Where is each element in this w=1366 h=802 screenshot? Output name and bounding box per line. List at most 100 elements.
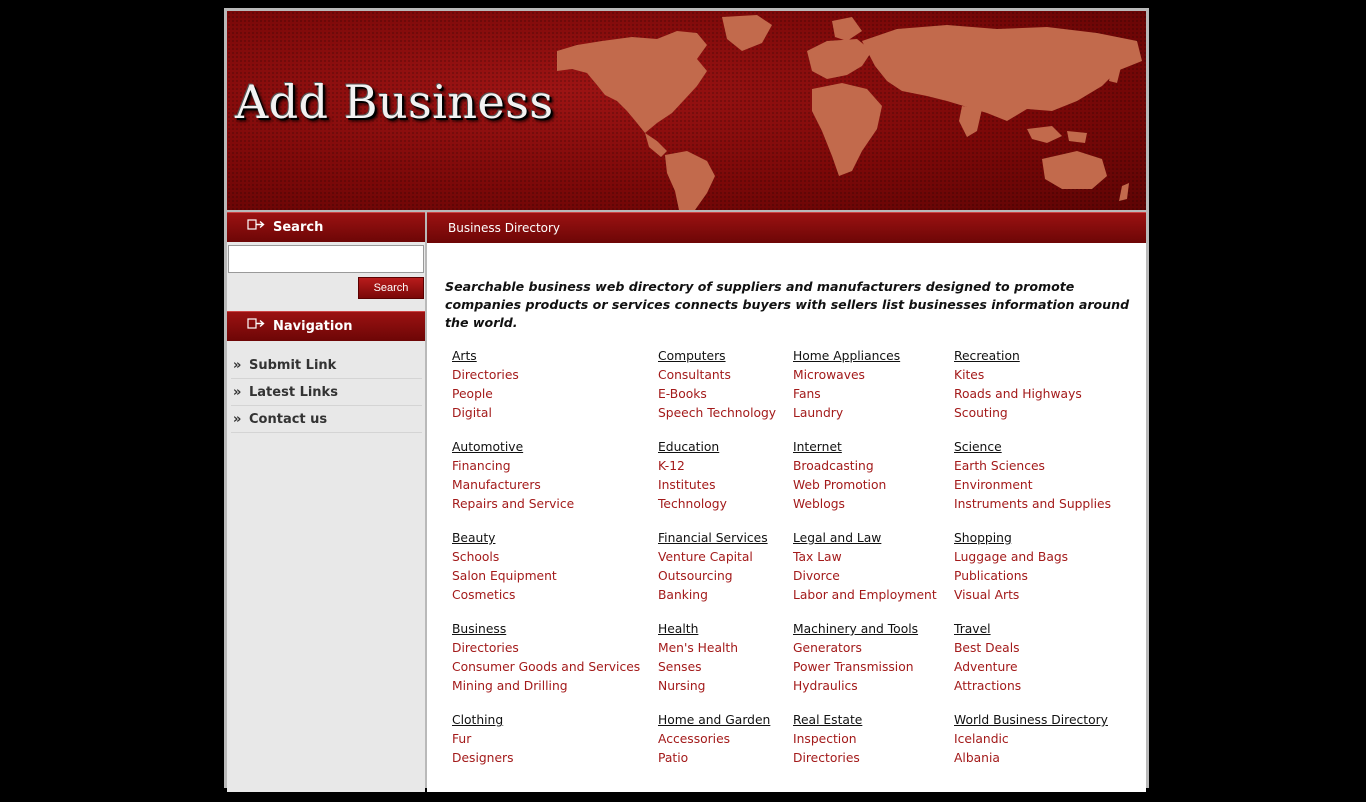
subcategory-link[interactable]: Luggage and Bags	[954, 548, 1111, 567]
subcategory-link[interactable]: Consumer Goods and Services	[452, 658, 640, 677]
subcategory-link[interactable]: Men's Health	[658, 639, 776, 658]
subcategory-link[interactable]: Digital	[452, 404, 640, 423]
subcategory-link[interactable]: Fur	[452, 730, 640, 749]
nav-link-contact-us[interactable]: Contact us	[249, 412, 327, 427]
navigation-list: » Submit Link » Latest Links » Contact u…	[227, 353, 425, 433]
subcategory-link[interactable]: Generators	[793, 639, 937, 658]
search-heading: Search	[273, 220, 324, 235]
category-link[interactable]: Arts	[452, 347, 640, 366]
subcategory-link[interactable]: K-12	[658, 457, 776, 476]
subcategory-link[interactable]: Banking	[658, 586, 776, 605]
subcategory-link[interactable]: Outsourcing	[658, 567, 776, 586]
category-link[interactable]: Shopping	[954, 529, 1111, 548]
subcategory-link[interactable]: Nursing	[658, 677, 776, 696]
subcategory-link[interactable]: Venture Capital	[658, 548, 776, 567]
subcategory-link[interactable]: Repairs and Service	[452, 495, 640, 514]
category-link[interactable]: Internet	[793, 438, 937, 457]
category-link[interactable]: Computers	[658, 347, 776, 366]
subcategory-link[interactable]: Senses	[658, 658, 776, 677]
subcategory-link[interactable]: Instruments and Supplies	[954, 495, 1111, 514]
subcategory-link[interactable]: Designers	[452, 749, 640, 768]
subcategory-link[interactable]: Best Deals	[954, 639, 1111, 658]
subcategory-link[interactable]: Tax Law	[793, 548, 937, 567]
category-link[interactable]: Automotive	[452, 438, 640, 457]
category-link[interactable]: Legal and Law	[793, 529, 937, 548]
subcategory-link[interactable]: Speech Technology	[658, 404, 776, 423]
subcategory-link[interactable]: Laundry	[793, 404, 937, 423]
subcategory-link[interactable]: Power Transmission	[793, 658, 937, 677]
subcategory-link[interactable]: Earth Sciences	[954, 457, 1111, 476]
subcategory-link[interactable]: Salon Equipment	[452, 567, 640, 586]
category-link[interactable]: Financial Services	[658, 529, 776, 548]
subcategory-link[interactable]: Accessories	[658, 730, 776, 749]
subcategory-link[interactable]: Labor and Employment	[793, 586, 937, 605]
double-chevron-icon: »	[233, 385, 242, 400]
subcategory-link[interactable]: E-Books	[658, 385, 776, 404]
category-column: Arts Directories People Digital Automoti…	[452, 347, 640, 802]
subcategory-link[interactable]: Publications	[954, 567, 1111, 586]
search-input[interactable]	[228, 245, 424, 273]
subcategory-link[interactable]: Technology	[658, 495, 776, 514]
category-link[interactable]: Travel	[954, 620, 1111, 639]
category-block: Arts Directories People Digital	[452, 347, 640, 438]
subcategory-link[interactable]: Visual Arts	[954, 586, 1111, 605]
category-block: Clothing Fur Designers	[452, 711, 640, 802]
category-link[interactable]: Beauty	[452, 529, 640, 548]
subcategory-link[interactable]: Schools	[452, 548, 640, 567]
category-link[interactable]: Science	[954, 438, 1111, 457]
subcategory-link[interactable]: Manufacturers	[452, 476, 640, 495]
subcategory-link[interactable]: Adventure	[954, 658, 1111, 677]
subcategory-link[interactable]: Fans	[793, 385, 937, 404]
main-heading: Business Directory	[448, 221, 561, 235]
subcategory-link[interactable]: Directories	[793, 749, 937, 768]
arrow-right-icon	[247, 317, 265, 329]
subcategory-link[interactable]: Financing	[452, 457, 640, 476]
subcategory-link[interactable]: Cosmetics	[452, 586, 640, 605]
category-link[interactable]: Clothing	[452, 711, 640, 730]
category-link[interactable]: Home and Garden	[658, 711, 776, 730]
nav-link-latest-links[interactable]: Latest Links	[249, 385, 338, 400]
navigation-heading-bar: Navigation	[227, 311, 425, 341]
subcategory-link[interactable]: People	[452, 385, 640, 404]
subcategory-link[interactable]: Consultants	[658, 366, 776, 385]
nav-link-submit-link[interactable]: Submit Link	[249, 358, 336, 373]
category-block: Machinery and Tools Generators Power Tra…	[793, 620, 937, 711]
arrow-right-icon	[247, 218, 265, 230]
subcategory-link[interactable]: Weblogs	[793, 495, 937, 514]
subcategory-link[interactable]: Directories	[452, 639, 640, 658]
subcategory-link[interactable]: Divorce	[793, 567, 937, 586]
subcategory-link[interactable]: Albania	[954, 749, 1111, 768]
category-link[interactable]: Recreation	[954, 347, 1111, 366]
subcategory-link[interactable]: Roads and Highways	[954, 385, 1111, 404]
site-header: Add Business	[227, 11, 1146, 210]
subcategory-link[interactable]: Attractions	[954, 677, 1111, 696]
double-chevron-icon: »	[233, 412, 242, 427]
category-link[interactable]: Machinery and Tools	[793, 620, 937, 639]
category-link[interactable]: Home Appliances	[793, 347, 937, 366]
navigation-heading: Navigation	[273, 319, 353, 334]
subcategory-link[interactable]: Institutes	[658, 476, 776, 495]
category-block: Home and Garden Accessories Patio	[658, 711, 776, 802]
category-block: Travel Best Deals Adventure Attractions	[954, 620, 1111, 711]
subcategory-link[interactable]: Scouting	[954, 404, 1111, 423]
category-link[interactable]: Education	[658, 438, 776, 457]
category-link[interactable]: Business	[452, 620, 640, 639]
subcategory-link[interactable]: Mining and Drilling	[452, 677, 640, 696]
category-block: Computers Consultants E-Books Speech Tec…	[658, 347, 776, 438]
subcategory-link[interactable]: Kites	[954, 366, 1111, 385]
subcategory-link[interactable]: Environment	[954, 476, 1111, 495]
nav-item-latest-links: » Latest Links	[231, 380, 422, 406]
subcategory-link[interactable]: Icelandic	[954, 730, 1111, 749]
subcategory-link[interactable]: Hydraulics	[793, 677, 937, 696]
subcategory-link[interactable]: Microwaves	[793, 366, 937, 385]
search-button[interactable]: Search	[358, 277, 424, 299]
world-map-image	[557, 15, 1142, 210]
category-link[interactable]: Real Estate	[793, 711, 937, 730]
category-link[interactable]: Health	[658, 620, 776, 639]
category-link[interactable]: World Business Directory	[954, 711, 1111, 730]
subcategory-link[interactable]: Patio	[658, 749, 776, 768]
subcategory-link[interactable]: Web Promotion	[793, 476, 937, 495]
subcategory-link[interactable]: Inspection	[793, 730, 937, 749]
subcategory-link[interactable]: Broadcasting	[793, 457, 937, 476]
subcategory-link[interactable]: Directories	[452, 366, 640, 385]
